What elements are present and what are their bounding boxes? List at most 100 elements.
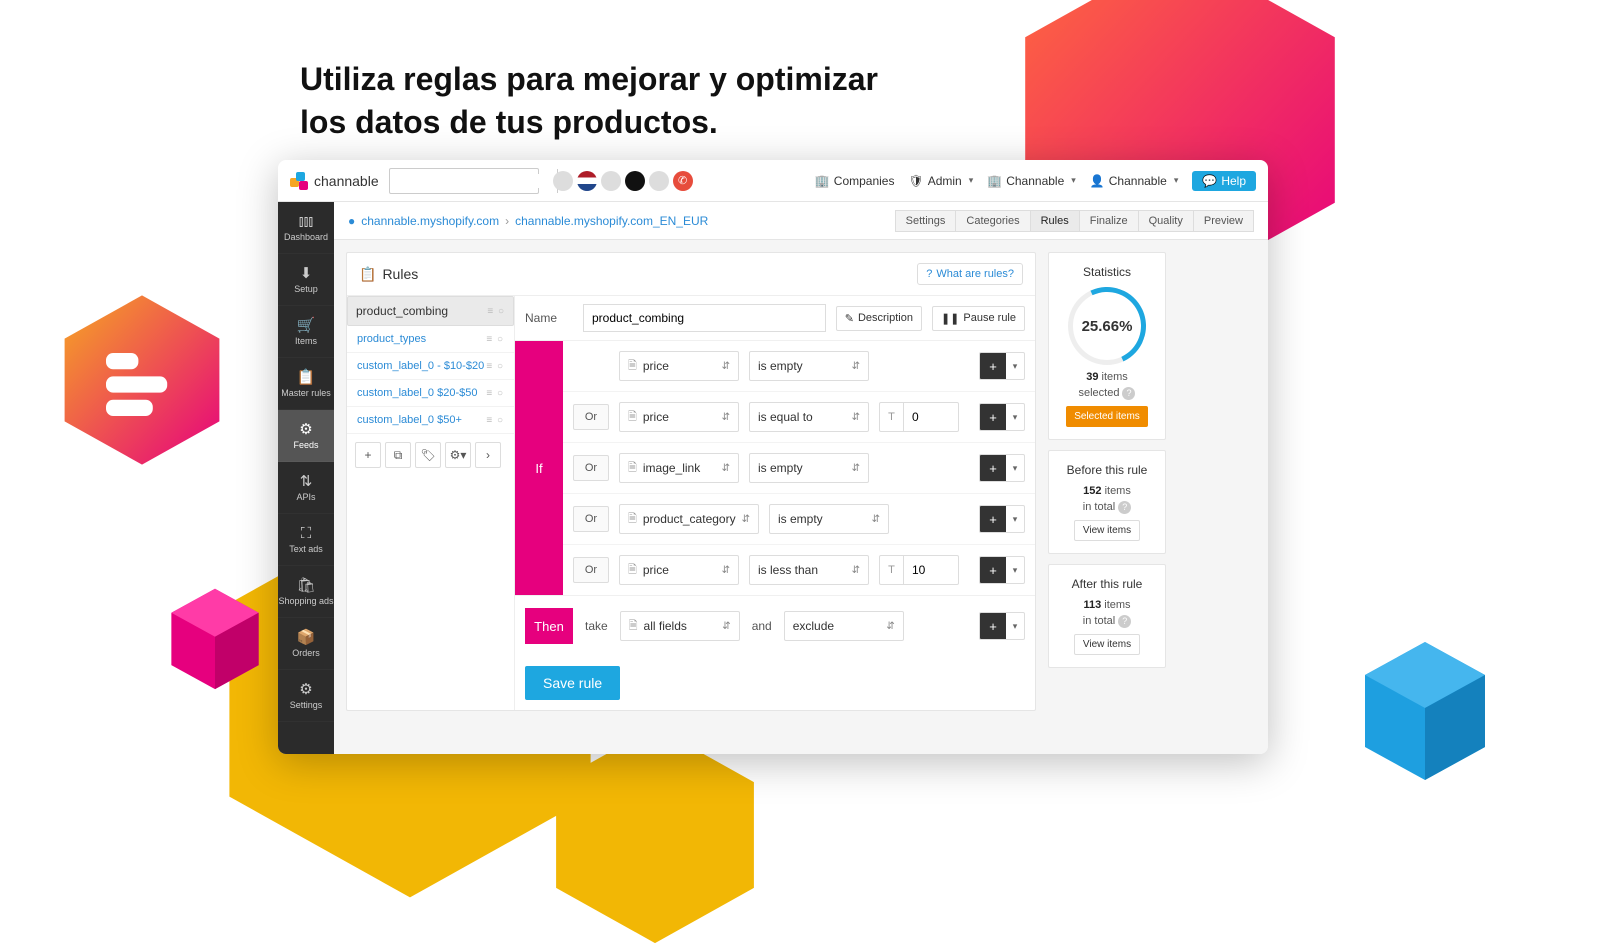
rule-name-input[interactable] [583,304,826,332]
statistics-panel: Statistics 25.66% 39 items selected? Sel… [1048,252,1166,440]
field-select[interactable]: 🗎price⇵ [619,555,739,585]
add-condition-button[interactable]: +▾ [979,352,1025,380]
building-icon: 🏢 [987,174,1002,188]
sidenav-masterrules[interactable]: 📋Master rules [278,358,334,410]
nav-user[interactable]: 👤 Channable [1090,174,1179,188]
rule-item-0[interactable]: product_combing≡ ○ [347,296,514,326]
operator-select[interactable]: is empty⇵ [749,453,869,483]
sidenav-apis[interactable]: ⇅APIs [278,462,334,514]
condition-row-1: Or 🗎price⇵ is equal to⇵ T +▾ [563,392,1035,443]
field-select[interactable]: 🗎price⇵ [619,402,739,432]
sidenav-orders[interactable]: 📦Orders [278,618,334,670]
add-condition-button[interactable]: +▾ [979,556,1025,584]
operator-select[interactable]: is empty⇵ [749,351,869,381]
file-icon: 🗎 [628,561,637,580]
sidenav-setup[interactable]: ⬇Setup [278,254,334,306]
file-icon: 🗎 [628,357,637,376]
step-settings[interactable]: Settings [895,210,957,232]
add-condition-button[interactable]: +▾ [979,505,1025,533]
add-condition-button[interactable]: +▾ [979,403,1025,431]
after-heading: After this rule [1057,577,1157,591]
rule-next-button[interactable]: › [475,442,501,468]
sidenav-dashboard[interactable]: ⫾⫾⫾Dashboard [278,202,334,254]
user-icon: 👤 [1090,174,1105,188]
view-items-button[interactable]: View items [1074,634,1140,655]
description-button[interactable]: ✎Description [836,306,922,331]
add-action-button[interactable]: +▾ [979,612,1025,640]
sidenav-textads[interactable]: ⛶Text ads [278,514,334,566]
breadcrumb-company[interactable]: channable.myshopify.com [361,214,499,228]
brand-logo-icon [290,172,308,190]
sidenav-shoppingads[interactable]: 🛍Shopping ads [278,566,334,618]
rule-item-3[interactable]: custom_label_0 $20-$50≡ ○ [347,380,514,407]
rule-editor: Name ✎Description ❚❚Pause rule If [515,296,1035,710]
field-select[interactable]: 🗎image_link⇵ [619,453,739,483]
expand-icon: ⛶ [301,526,312,541]
then-action-select[interactable]: exclude⇵ [784,611,904,641]
nav-admin[interactable]: 🛡 Admin [908,174,973,188]
clipboard-icon: 📋 [359,266,376,283]
step-finalize[interactable]: Finalize [1079,210,1139,232]
value-input[interactable]: T [879,555,959,585]
condition-row-0: 🗎price⇵ is empty⇵ +▾ [563,341,1035,392]
rule-tag-button[interactable]: 🏷 [415,442,441,468]
rule-item-1[interactable]: product_types≡ ○ [347,326,514,353]
step-preview[interactable]: Preview [1193,210,1254,232]
field-select[interactable]: 🗎product_category⇵ [619,504,759,534]
rule-add-button[interactable]: + [355,442,381,468]
statistics-heading: Statistics [1057,265,1157,279]
help-icon[interactable]: ? [1122,387,1135,400]
before-rule-panel: Before this rule 152 items in total? Vie… [1048,450,1166,554]
save-rule-button[interactable]: Save rule [525,666,620,700]
rule-item-4[interactable]: custom_label_0 $50+≡ ○ [347,407,514,434]
clipboard-icon: 📋 [297,370,316,385]
step-categories[interactable]: Categories [955,210,1030,232]
or-chip[interactable]: Or [573,404,609,430]
rule-list: product_combing≡ ○ product_types≡ ○ cust… [347,296,515,710]
rule-settings-button[interactable]: ⚙▾ [445,442,471,468]
field-select[interactable]: 🗎price⇵ [619,351,739,381]
search-box [389,168,539,194]
before-heading: Before this rule [1057,463,1157,477]
value-input[interactable]: T [879,402,959,432]
help-icon[interactable]: ? [1118,501,1131,514]
bar-chart-icon: ⫾⫾⫾ [299,214,313,229]
help-icon[interactable]: ? [1118,615,1131,628]
cart-icon: 🛒 [297,318,316,333]
what-are-rules-link[interactable]: ?What are rules? [917,263,1023,285]
selected-items-button[interactable]: Selected items [1066,406,1148,427]
breadcrumb-row: ● channable.myshopify.com › channable.my… [334,202,1268,240]
or-chip[interactable]: Or [573,506,609,532]
operator-select[interactable]: is equal to⇵ [749,402,869,432]
then-field-select[interactable]: 🗎all fields⇵ [620,611,740,641]
condition-row-2: Or 🗎image_link⇵ is empty⇵ +▾ [563,443,1035,494]
nav-company-switcher[interactable]: 🏢 Channable [987,174,1076,188]
rule-copy-button[interactable]: ⧉ [385,442,411,468]
pause-rule-button[interactable]: ❚❚Pause rule [932,306,1025,331]
box-icon: 📦 [297,630,316,645]
rule-item-2[interactable]: custom_label_0 - $10-$20≡ ○ [347,353,514,380]
if-label: If [515,341,563,595]
page-headline: Utiliza reglas para mejorar y optimizar … [300,58,878,144]
sidenav-feeds[interactable]: ⚙Feeds [278,410,334,462]
brand-name: channable [314,173,379,189]
search-input[interactable] [390,174,557,188]
help-button[interactable]: 💬 Help [1192,171,1256,191]
text-icon: T [880,556,904,584]
breadcrumb-project[interactable]: channable.myshopify.com_EN_EUR [515,214,708,228]
step-quality[interactable]: Quality [1138,210,1194,232]
app-window: channable ✆ 🏢 Companies 🛡 Admin [278,160,1268,754]
rules-heading: 📋Rules [359,266,418,283]
sidenav-items[interactable]: 🛒Items [278,306,334,358]
add-condition-button[interactable]: +▾ [979,454,1025,482]
or-chip[interactable]: Or [573,557,609,583]
step-rules[interactable]: Rules [1030,210,1080,232]
or-chip[interactable]: Or [573,455,609,481]
view-items-button[interactable]: View items [1074,520,1140,541]
topbar: channable ✆ 🏢 Companies 🛡 Admin [278,160,1268,202]
operator-select[interactable]: is less than⇵ [749,555,869,585]
sidenav-settings[interactable]: ⚙Settings [278,670,334,722]
operator-select[interactable]: is empty⇵ [769,504,889,534]
nav-companies[interactable]: 🏢 Companies [815,174,895,188]
download-icon: ⬇ [300,266,313,281]
